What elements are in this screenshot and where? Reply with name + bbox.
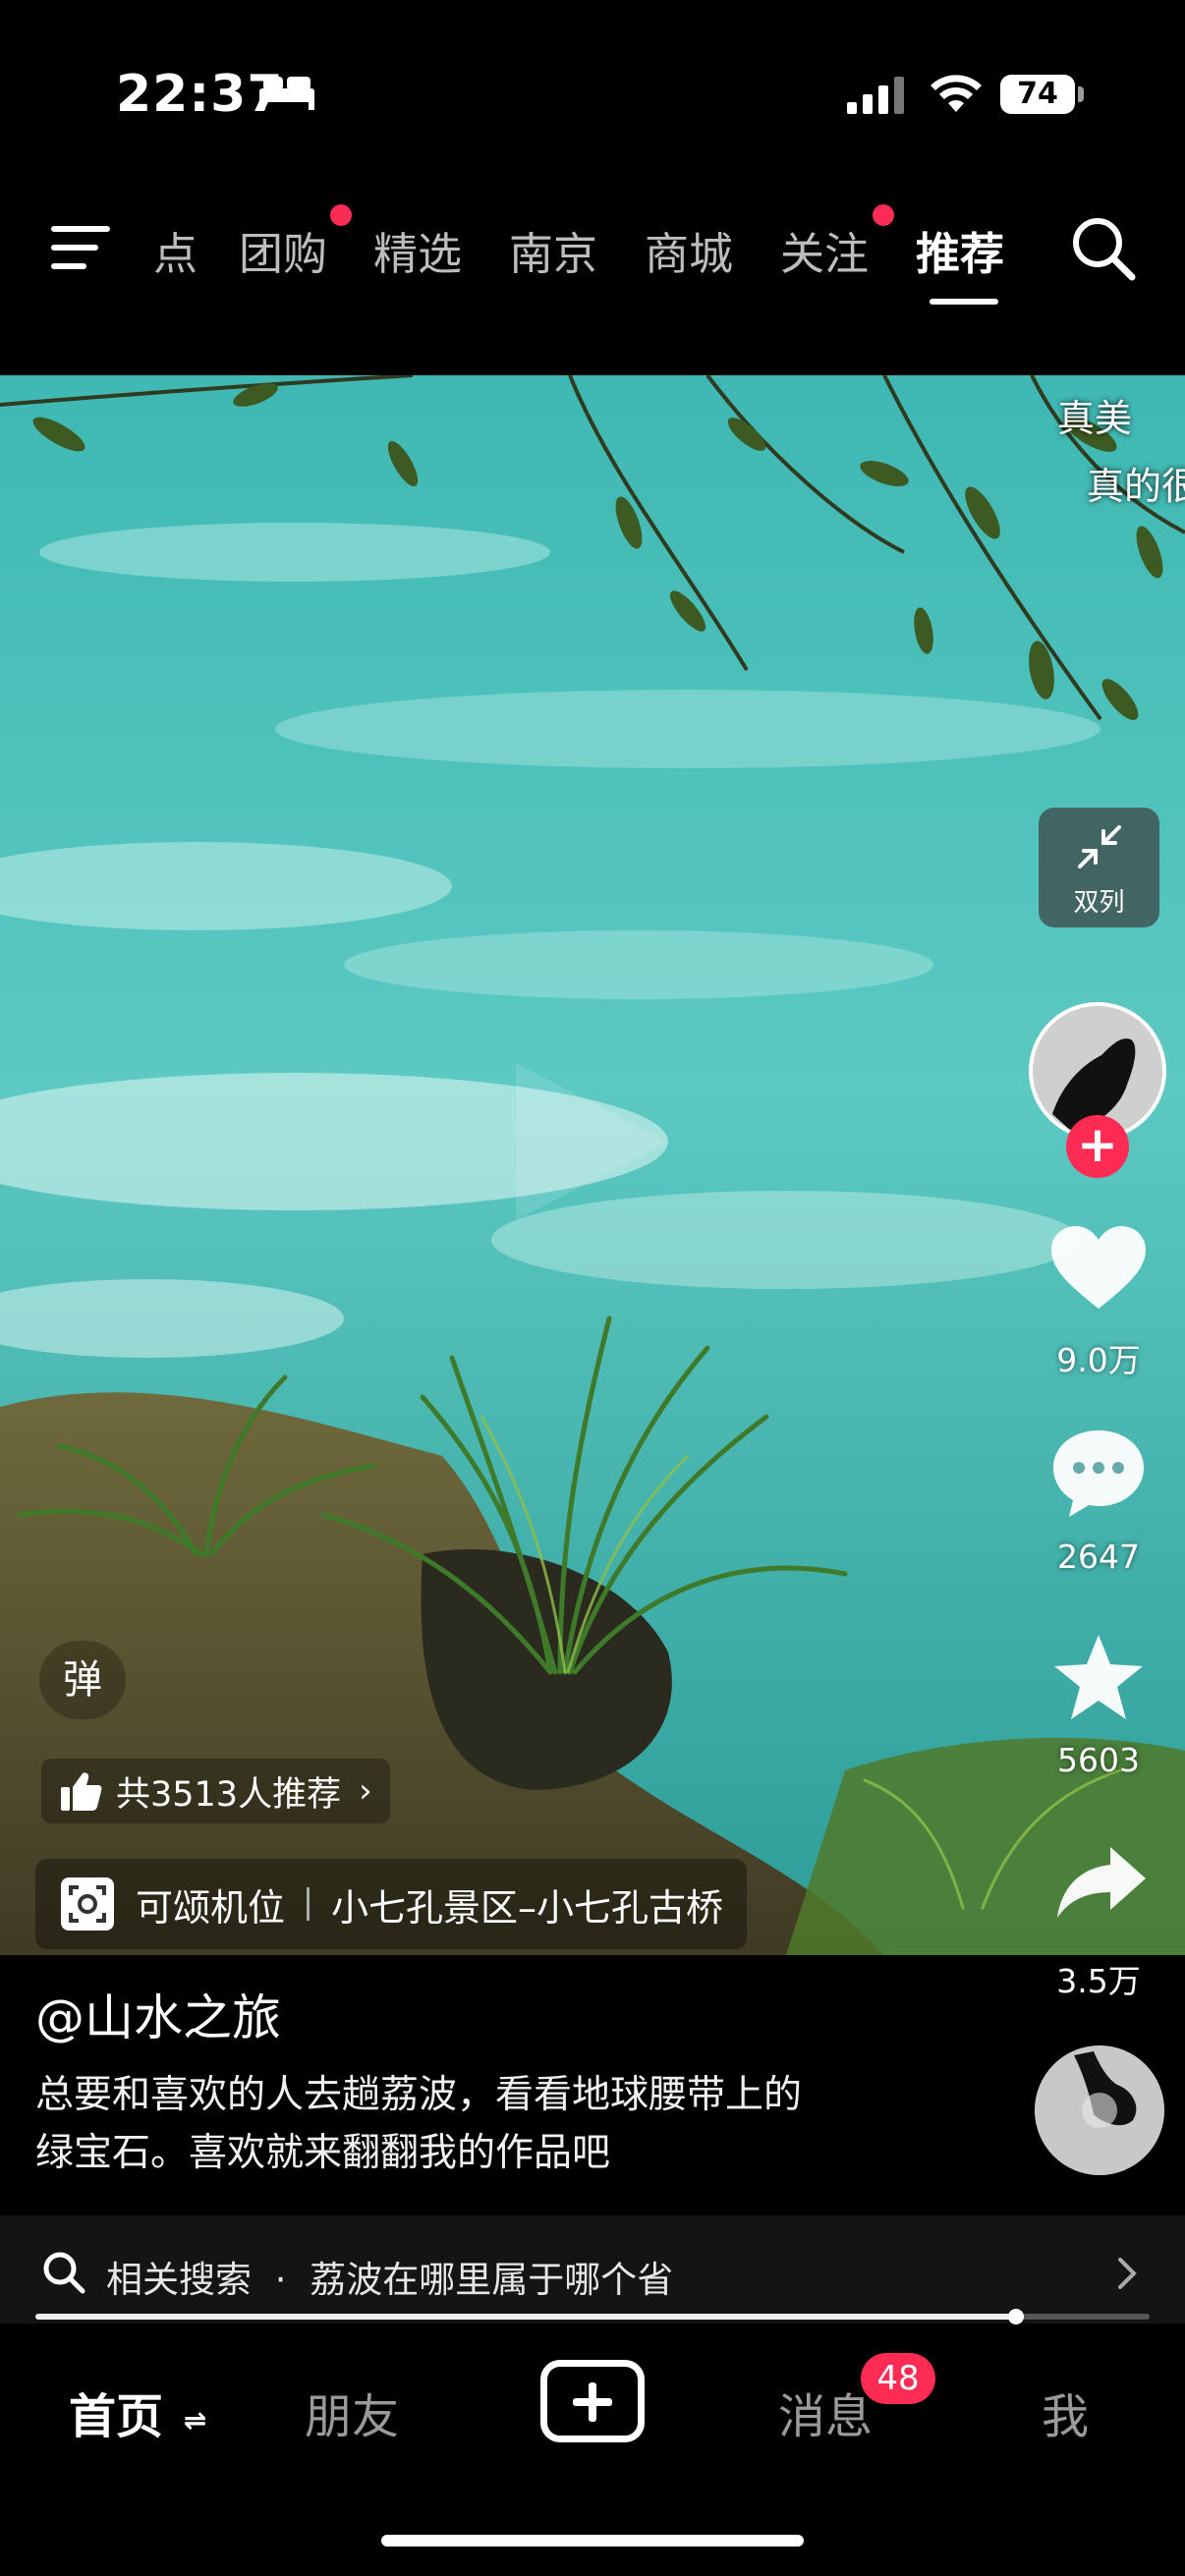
tab-dian[interactable]: 点 <box>153 218 198 282</box>
tab-nanjing[interactable]: 南京 <box>509 218 597 282</box>
collapse-arrows-icon <box>1078 825 1121 868</box>
like-icon[interactable] <box>1049 1224 1148 1313</box>
refresh-switch-icon: ⇌ <box>183 2403 207 2436</box>
signal-icon <box>847 77 904 114</box>
share-count: 3.5万 <box>1056 1962 1141 2000</box>
tab-guanzhu-dot <box>873 204 894 226</box>
post-description: 总要和喜欢的人去趟荔波，看看地球腰带上的 绿宝石。喜欢就来翻翻我的作品吧 <box>35 2066 920 2182</box>
description-line-2: 绿宝石。喜欢就来翻翻我的作品吧 <box>35 2131 611 2175</box>
related-search-label: 相关搜索 <box>106 2259 252 2301</box>
dual-column-label: 双列 <box>1073 888 1125 918</box>
video-frame <box>0 375 1185 1955</box>
playback-progress-handle[interactable] <box>1007 2309 1024 2324</box>
search-icon <box>43 2252 85 2294</box>
plus-icon <box>573 2382 612 2422</box>
comment-count: 2647 <box>1057 1538 1140 1576</box>
thumbs-up-icon <box>61 1772 102 1811</box>
tab-tuangou[interactable]: 团购 <box>239 218 327 282</box>
camera-spot-icon <box>61 1877 114 1931</box>
related-search-separator: · <box>274 2259 287 2301</box>
create-post-button[interactable] <box>540 2360 645 2442</box>
danmu-toggle[interactable]: 弹 <box>39 1641 126 1719</box>
author-name[interactable]: @山水之旅 <box>35 1979 281 2049</box>
recommend-text: 共3513人推荐 <box>116 1774 342 1815</box>
related-search-query: 荔波在哪里属于哪个省 <box>310 2259 674 2301</box>
follow-button[interactable]: + <box>1066 1115 1129 1178</box>
chevron-right-icon <box>1118 2258 1137 2289</box>
location-divider <box>307 1887 310 1921</box>
bottom-tab-messages[interactable]: 消息 <box>778 2378 873 2446</box>
search-icon[interactable] <box>1069 214 1138 283</box>
overlay-line-1: 真美 <box>1057 397 1133 440</box>
tab-shangcheng[interactable]: 商城 <box>645 218 733 282</box>
battery-cap <box>1078 86 1084 102</box>
tab-tuijian[interactable]: 推荐 <box>916 218 1004 282</box>
like-count: 9.0万 <box>1056 1341 1141 1379</box>
playback-progress-fill <box>35 2314 1016 2320</box>
chevron-right-icon: › <box>359 1771 372 1811</box>
tab-tuangou-dot <box>330 204 352 226</box>
video-player[interactable] <box>0 375 1185 1955</box>
music-disc-image <box>1035 2045 1164 2175</box>
home-label: 首页 <box>69 2389 164 2444</box>
video-text-overlay: 真美 真的很 <box>1038 388 1185 510</box>
menu-icon[interactable] <box>51 224 112 271</box>
battery-icon: 74 <box>1000 75 1075 114</box>
share-arrow-icon[interactable] <box>1053 1843 1148 1922</box>
wifi-icon <box>931 75 982 112</box>
tab-guanzhu[interactable]: 关注 <box>780 218 869 282</box>
description-line-1: 总要和喜欢的人去趟荔波，看看地球腰带上的 <box>35 2073 803 2117</box>
active-tab-underline <box>930 299 998 305</box>
bottom-tab-home[interactable]: 首页 ⇌ <box>69 2378 206 2446</box>
bottom-tab-me[interactable]: 我 <box>1042 2378 1089 2446</box>
home-indicator <box>381 2535 804 2547</box>
messages-badge: 48 <box>861 2353 935 2404</box>
tab-jingxuan[interactable]: 精选 <box>373 218 462 282</box>
bottom-tab-friends[interactable]: 朋友 <box>305 2378 399 2446</box>
favorite-star-icon[interactable] <box>1049 1631 1148 1725</box>
comment-icon[interactable] <box>1049 1427 1148 1521</box>
recommend-bar[interactable]: 共3513人推荐 › <box>41 1759 390 1823</box>
location-label: 可颂机位 <box>136 1885 286 1930</box>
location-tag[interactable]: 可颂机位 小七孔景区–小七孔古桥 <box>35 1859 748 1949</box>
overlay-line-2: 真的很 <box>1087 465 1185 508</box>
bed-icon <box>259 77 314 110</box>
related-search-text: 相关搜索 · 荔波在哪里属于哪个省 <box>106 2250 673 2303</box>
music-disc[interactable] <box>1035 2045 1164 2175</box>
location-name: 小七孔景区–小七孔古桥 <box>331 1885 724 1930</box>
favorite-count: 5603 <box>1057 1741 1140 1779</box>
